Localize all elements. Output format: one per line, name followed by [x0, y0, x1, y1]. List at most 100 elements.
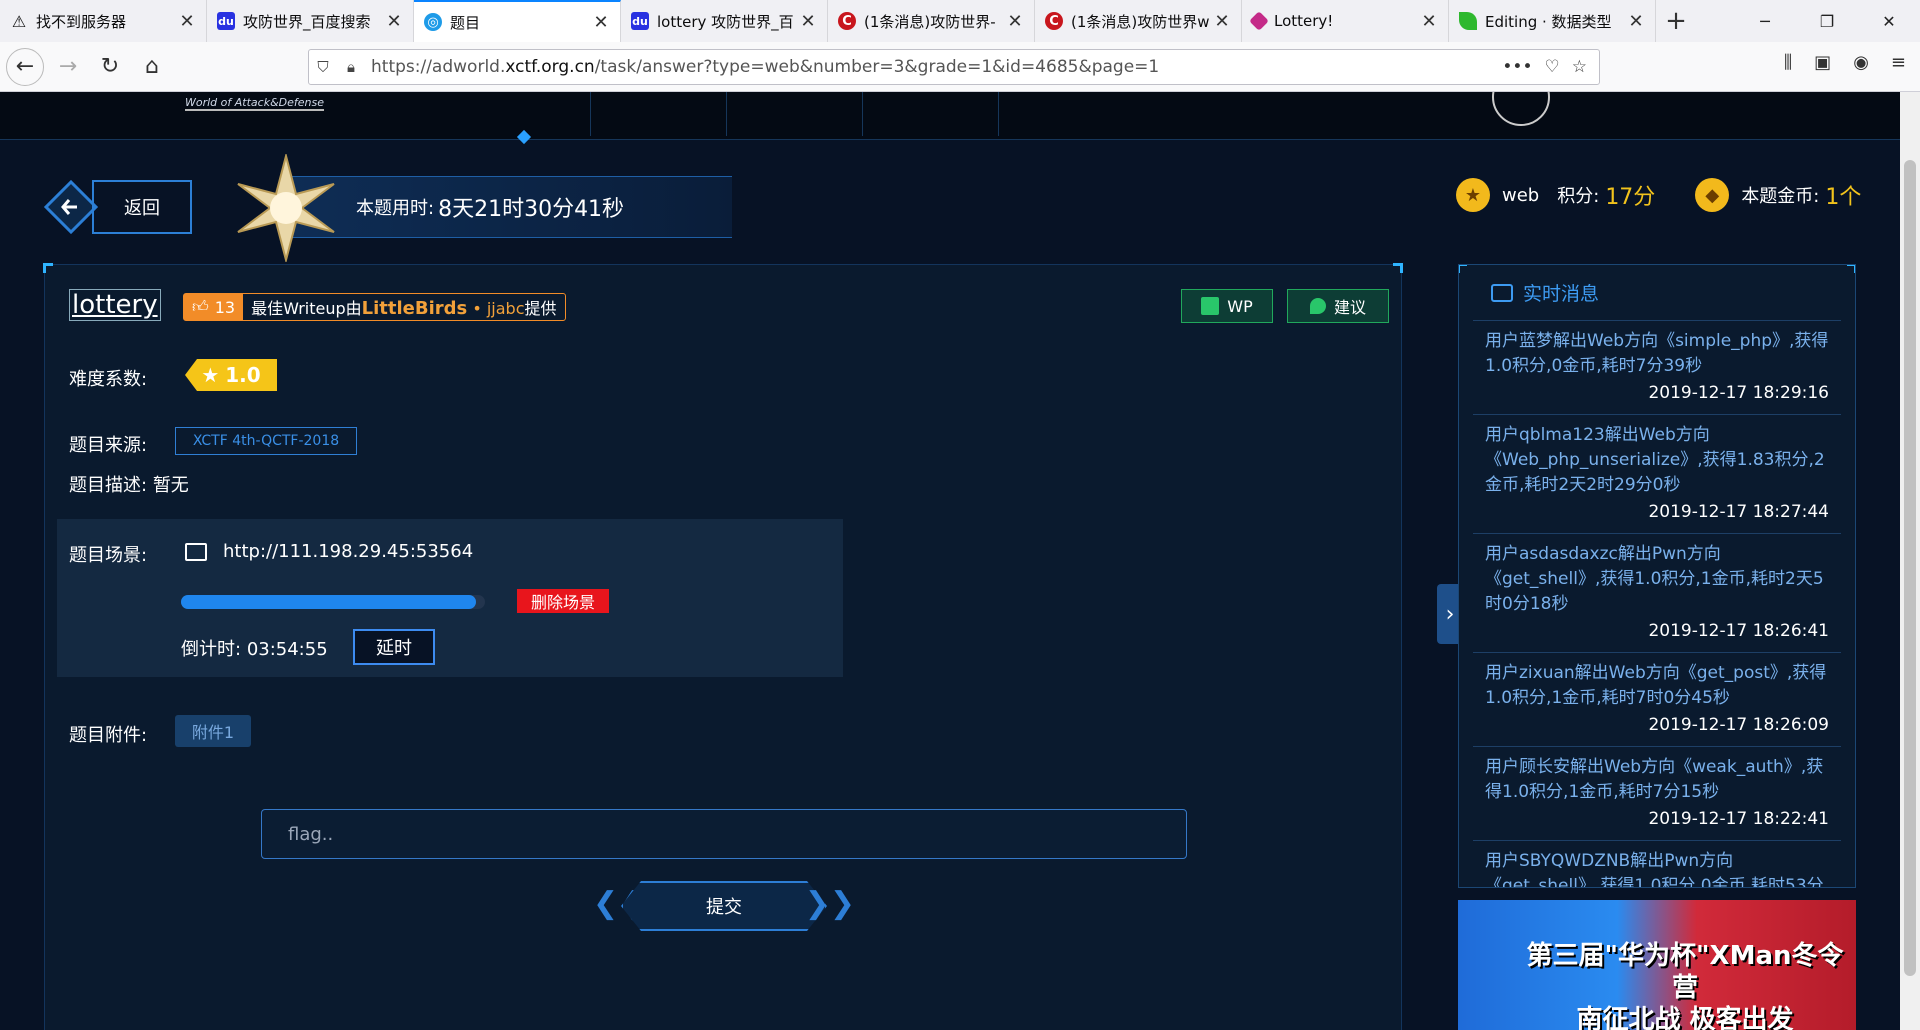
- browser-tab[interactable]: Lottery! ✕: [1242, 0, 1449, 42]
- close-tab-icon[interactable]: ✕: [385, 11, 403, 32]
- news-panel: 实时消息 用户蓝梦解出Web方向《simple_php》,获得1.0积分,0金币…: [1458, 264, 1856, 888]
- globe-icon: ◎: [424, 13, 442, 31]
- scene-progress-bar: [181, 595, 485, 609]
- account-icon[interactable]: ◉: [1853, 52, 1869, 73]
- home-icon[interactable]: ⌂: [134, 49, 170, 85]
- panel-corner: [1459, 265, 1467, 273]
- bookmark-star-icon[interactable]: ☆: [1572, 57, 1587, 77]
- difficulty-badge: ★ 1.0: [185, 359, 277, 391]
- close-tab-icon[interactable]: ✕: [592, 12, 610, 33]
- list-item[interactable]: 用户顾长安解出Web方向《weak_auth》,获得1.0积分,1金币,耗时7分…: [1473, 747, 1841, 841]
- list-item[interactable]: 用户SBYQWDZNB解出Pwn方向《get_shell》,获得1.0积分,0金…: [1473, 841, 1841, 887]
- nav-link[interactable]: [727, 92, 863, 136]
- source-label: 题目来源:: [69, 435, 148, 456]
- list-item[interactable]: 用户zixuan解出Web方向《get_post》,获得1.0积分,1金币,耗时…: [1473, 653, 1841, 747]
- star-badge-icon: [237, 154, 335, 262]
- close-tab-icon[interactable]: ✕: [178, 11, 196, 32]
- scene-url[interactable]: http://111.198.29.45:53564: [223, 541, 473, 562]
- nav-link[interactable]: [591, 92, 727, 136]
- lock-icon[interactable]: 🔒︎: [337, 58, 365, 76]
- panel-corner: [43, 263, 53, 273]
- back-button[interactable]: 返回: [44, 180, 192, 234]
- writeup-badge[interactable]: 👍︎ 13 最佳Writeup由LittleBirds • jjabc提供: [183, 293, 566, 321]
- close-tab-icon[interactable]: ✕: [1213, 11, 1231, 32]
- document-icon: [1201, 297, 1220, 315]
- close-tab-icon[interactable]: ✕: [799, 11, 817, 32]
- medal-icon: ★: [1456, 178, 1490, 212]
- time-banner: 本题用时: 8天21时30分41秒: [232, 154, 732, 262]
- promo-banner[interactable]: 第三届"华为杯"XMan冬令营 南征北战 极客出发: [1458, 900, 1856, 1030]
- window-controls: ─ ❐ ✕: [1734, 0, 1920, 42]
- baidu-icon: du: [217, 12, 235, 30]
- restore-icon[interactable]: ❐: [1796, 0, 1858, 42]
- address-bar[interactable]: ⛉ 🔒︎ https://adworld.xctf.org.cn/task/an…: [308, 49, 1600, 85]
- browser-tab-active[interactable]: ◎ 题目 ✕: [414, 0, 621, 42]
- submit-button[interactable]: ❮❮ ❯❯ 提交: [593, 879, 855, 933]
- reload-icon[interactable]: ↻: [92, 49, 128, 85]
- csdn-icon: C: [838, 12, 856, 30]
- list-item[interactable]: 用户蓝梦解出Web方向《simple_php》,获得1.0积分,0金币,耗时7分…: [1473, 321, 1841, 415]
- countdown: 倒计时: 03:54:55: [181, 639, 328, 660]
- advice-button[interactable]: 建议: [1287, 289, 1389, 323]
- extend-button[interactable]: 延时: [353, 629, 435, 665]
- pocket-icon[interactable]: ♡: [1545, 57, 1560, 77]
- back-arrow-icon[interactable]: ←: [6, 47, 44, 86]
- browser-tab[interactable]: du 攻防世界_百度搜索 ✕: [207, 0, 414, 42]
- close-tab-icon[interactable]: ✕: [1006, 11, 1024, 32]
- lightbulb-icon: [1309, 298, 1326, 314]
- close-tab-icon[interactable]: ✕: [1420, 11, 1438, 32]
- difficulty-label: 难度系数:: [69, 369, 148, 390]
- list-item[interactable]: 用户asdasdaxzc解出Pwn方向《get_shell》,获得1.0积分,1…: [1473, 534, 1841, 653]
- scene-box: 题目场景: http://111.198.29.45:53564 删除场景 倒计…: [57, 519, 843, 677]
- scrollbar-thumb[interactable]: [1904, 160, 1916, 976]
- score-display: ★ web 积分: 17分 ◆ 本题金币: 1个: [1456, 178, 1861, 212]
- browser-tab[interactable]: C (1条消息)攻防世界w ✕: [1035, 0, 1242, 42]
- attachment-label: 题目附件:: [69, 725, 148, 746]
- panel-corner: [1847, 265, 1855, 273]
- library-icon[interactable]: ⫼: [1784, 52, 1792, 73]
- minimize-icon[interactable]: ─: [1734, 0, 1796, 42]
- browser-tab[interactable]: C (1条消息)攻防世界- ✕: [828, 0, 1035, 42]
- csdn-icon: C: [1045, 12, 1063, 30]
- elapsed-time: 8天21时30分41秒: [438, 197, 625, 222]
- sidebar-icon[interactable]: ▣: [1814, 52, 1831, 73]
- delete-scene-button[interactable]: 删除场景: [517, 589, 609, 613]
- flag-input[interactable]: flag..: [261, 809, 1187, 859]
- task-panel: lottery 👍︎ 13 最佳Writeup由LittleBirds • jja…: [43, 263, 1403, 1030]
- monitor-icon: [185, 543, 207, 561]
- browser-tab-bar: ⚠ 找不到服务器 ✕ du 攻防世界_百度搜索 ✕ ◎ 题目 ✕ du lottery 攻防世…: [0, 0, 1920, 42]
- forward-arrow-icon[interactable]: →: [50, 49, 86, 85]
- browser-nav-bar: ← → ↻ ⌂ ⛉ 🔒︎ https://adworld.xctf.org.cn…: [0, 42, 1920, 92]
- menu-icon[interactable]: ≡: [1891, 52, 1906, 73]
- wp-button[interactable]: WP: [1181, 289, 1273, 323]
- chat-bubble-icon: [1491, 283, 1513, 302]
- page-scrollbar[interactable]: [1900, 92, 1920, 1030]
- shield-icon[interactable]: ⛉: [309, 58, 337, 76]
- browser-tab[interactable]: du lottery 攻防世界_百 ✕: [621, 0, 828, 42]
- task-title: lottery: [69, 289, 161, 321]
- coins-value: 1个: [1825, 185, 1862, 210]
- list-item[interactable]: 用户qblma123解出Web方向《Web_php_unserialize》,获…: [1473, 415, 1841, 534]
- score-value: 17分: [1605, 185, 1656, 210]
- leaf-icon: [1459, 12, 1477, 30]
- description-row: 题目描述: 暂无: [69, 475, 189, 496]
- chevron-right-icon: ›: [1445, 601, 1455, 627]
- page: World of Attack&Defense 返回 本题用时: 8天21时30分…: [0, 92, 1900, 1030]
- new-tab-button[interactable]: +: [1656, 0, 1696, 42]
- source-tag[interactable]: XCTF 4th-QCTF-2018: [175, 427, 357, 455]
- back-arrow-icon: [44, 180, 98, 234]
- site-nav: World of Attack&Defense: [0, 92, 1900, 145]
- thumbs-up-icon: 👍︎: [192, 297, 209, 316]
- warning-icon: ⚠: [11, 11, 27, 31]
- site-logo[interactable]: World of Attack&Defense: [185, 96, 324, 111]
- nav-link[interactable]: [863, 92, 999, 136]
- close-tab-icon[interactable]: ✕: [1627, 11, 1645, 32]
- avatar[interactable]: [1492, 92, 1550, 126]
- attachment-button[interactable]: 附件1: [175, 715, 251, 747]
- news-title: 实时消息: [1523, 283, 1600, 305]
- close-window-icon[interactable]: ✕: [1858, 0, 1920, 42]
- url-text[interactable]: https://adworld.xctf.org.cn/task/answer?…: [365, 57, 1502, 77]
- browser-tab[interactable]: ⚠ 找不到服务器 ✕: [0, 0, 207, 42]
- more-actions-icon[interactable]: •••: [1502, 57, 1532, 77]
- browser-tab[interactable]: Editing · 数据类型 ✕: [1449, 0, 1656, 42]
